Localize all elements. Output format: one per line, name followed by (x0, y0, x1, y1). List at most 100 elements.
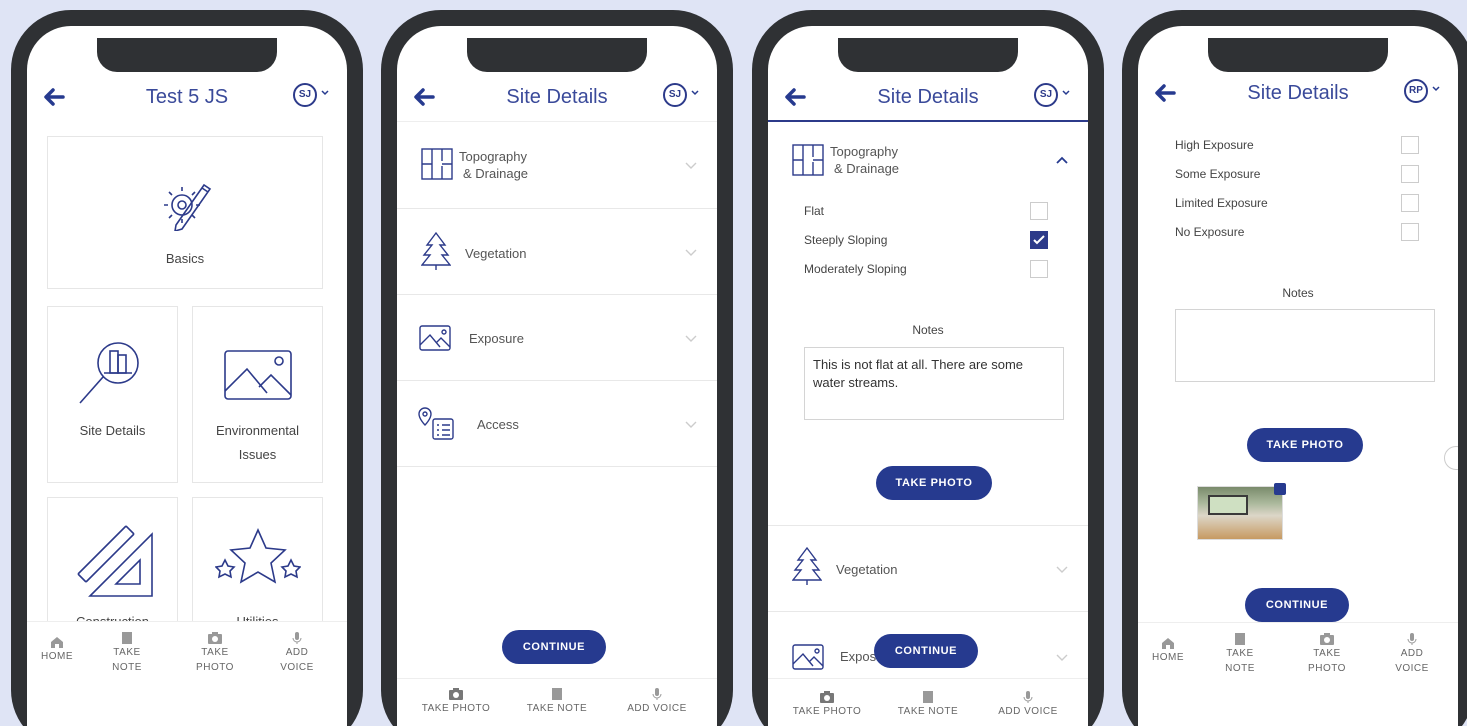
section-vegetation[interactable]: Vegetation (397, 209, 717, 295)
camera-icon (1320, 633, 1334, 645)
nav-label: TAKE (1226, 648, 1254, 659)
nav-label-2: PHOTO (196, 662, 234, 673)
section-label: Vegetation (465, 246, 527, 261)
section-label: Topography (459, 149, 527, 164)
chevron-down-icon[interactable] (685, 335, 697, 343)
nav-add-voice[interactable]: ADD VOICE (275, 632, 319, 673)
notes-textarea[interactable]: This is not flat at all. There are some … (804, 347, 1064, 420)
chevron-down-icon[interactable] (1061, 88, 1071, 98)
nav-label: TAKE NOTE (897, 706, 959, 717)
chevron-down-icon[interactable] (320, 88, 330, 98)
section-label: Topography (830, 144, 898, 159)
take-photo-button[interactable]: TAKE PHOTO (1247, 428, 1363, 462)
nav-label-2: VOICE (280, 662, 314, 673)
section-label[interactable]: Vegetation (836, 561, 897, 578)
section-access[interactable]: Access (397, 381, 717, 467)
trash-icon[interactable] (1274, 483, 1286, 495)
nav-home[interactable]: HOME (1146, 637, 1190, 663)
check-icon (1033, 235, 1045, 245)
nav-label-2: PHOTO (1308, 663, 1346, 674)
header: Site Details RP (1138, 74, 1458, 118)
gear-pencil-icon (156, 171, 216, 231)
tree-icon (792, 546, 822, 586)
magnifier-building-icon (76, 335, 148, 407)
chevron-down-icon[interactable] (1056, 566, 1068, 574)
option-checkbox-checked[interactable] (1030, 231, 1048, 249)
card-basics[interactable]: Basics (47, 136, 323, 289)
option-checkbox[interactable] (1401, 165, 1419, 183)
option-label: Moderately Sloping (804, 262, 907, 276)
option-checkbox[interactable] (1401, 194, 1419, 212)
section-label: Exposure (469, 331, 524, 346)
nav-label: ADD (1400, 648, 1424, 659)
nav-take-note[interactable]: TAKE NOTE (105, 632, 149, 673)
nav-label: HOME (1152, 652, 1184, 663)
nav-take-note[interactable]: TAKE NOTE (515, 688, 599, 714)
avatar[interactable]: RP (1404, 79, 1428, 103)
nav-label-2: VOICE (1395, 663, 1429, 674)
section-label[interactable]: Expos (840, 648, 876, 665)
chevron-down-icon[interactable] (685, 249, 697, 257)
nav-add-voice[interactable]: ADD VOICE (1390, 633, 1434, 674)
section-topography[interactable]: Topography & Drainage (397, 122, 717, 209)
chevron-down-icon[interactable] (685, 162, 697, 170)
phone-topography-expanded: Site Details SJ Topography & Drainage Fl… (752, 10, 1104, 726)
nav-take-photo[interactable]: TAKE PHOTO (1302, 633, 1352, 674)
camera-icon (208, 632, 222, 644)
microphone-icon (1405, 633, 1419, 645)
divider (768, 611, 1088, 612)
nav-home[interactable]: HOME (35, 636, 79, 662)
nav-take-note[interactable]: TAKE NOTE (886, 691, 970, 717)
screen-home: Test 5 JS SJ Basics Site Details Environ… (27, 26, 347, 726)
phone-home: Test 5 JS SJ Basics Site Details Environ… (11, 10, 363, 726)
option-label: No Exposure (1175, 225, 1245, 239)
card-environmental-issues[interactable]: Environmental Issues (192, 306, 323, 483)
screen-exposure: Site Details RP High Exposure Some Expos… (1138, 26, 1458, 726)
chevron-down-icon[interactable] (690, 88, 700, 98)
nav-label: TAKE PHOTO (792, 706, 862, 717)
option-label: High Exposure (1175, 138, 1254, 152)
map-pin-list-icon (417, 407, 455, 441)
card-site-details[interactable]: Site Details (47, 306, 178, 483)
option-label: Some Exposure (1175, 167, 1261, 181)
note-icon (550, 688, 564, 700)
chevron-down-icon[interactable] (1056, 654, 1068, 662)
section-exposure[interactable]: Exposure (397, 295, 717, 381)
chevron-down-icon[interactable] (685, 421, 697, 429)
card-label: Basics (165, 251, 205, 266)
notch (838, 38, 1018, 72)
ruler-square-icon (76, 524, 156, 598)
avatar[interactable]: SJ (663, 83, 687, 107)
nav-add-voice[interactable]: ADD VOICE (615, 688, 699, 714)
avatar[interactable]: SJ (1034, 83, 1058, 107)
screen-site-details: Site Details SJ Topography & Drainage Ve… (397, 26, 717, 726)
continue-button[interactable]: CONTINUE (502, 630, 606, 664)
take-photo-button[interactable]: TAKE PHOTO (876, 466, 992, 500)
phone-site-details: Site Details SJ Topography & Drainage Ve… (381, 10, 733, 726)
nav-take-note[interactable]: TAKE NOTE (1218, 633, 1262, 674)
option-checkbox[interactable] (1401, 136, 1419, 154)
notes-textarea[interactable] (1175, 309, 1435, 382)
landscape-icon (419, 325, 451, 351)
continue-button[interactable]: CONTINUE (1245, 588, 1349, 622)
header: Site Details SJ (768, 78, 1088, 122)
notch (467, 38, 647, 72)
floor-plan-icon (421, 148, 453, 180)
camera-icon (820, 691, 834, 703)
continue-button[interactable]: CONTINUE (874, 634, 978, 668)
nav-label-2: NOTE (1225, 663, 1255, 674)
nav-add-voice[interactable]: ADD VOICE (986, 691, 1070, 717)
card-label: Site Details (79, 423, 146, 438)
photo-thumbnail[interactable] (1197, 483, 1286, 540)
chevron-down-icon[interactable] (1431, 84, 1441, 94)
option-checkbox[interactable] (1030, 202, 1048, 220)
nav-take-photo[interactable]: TAKE PHOTO (190, 632, 240, 673)
scroll-circle[interactable] (1444, 446, 1458, 470)
nav-take-photo[interactable]: TAKE PHOTO (784, 691, 870, 717)
avatar[interactable]: SJ (293, 83, 317, 107)
option-checkbox[interactable] (1030, 260, 1048, 278)
note-icon (120, 632, 134, 644)
option-checkbox[interactable] (1401, 223, 1419, 241)
nav-take-photo[interactable]: TAKE PHOTO (413, 688, 499, 714)
chevron-up-icon[interactable] (1056, 156, 1068, 164)
